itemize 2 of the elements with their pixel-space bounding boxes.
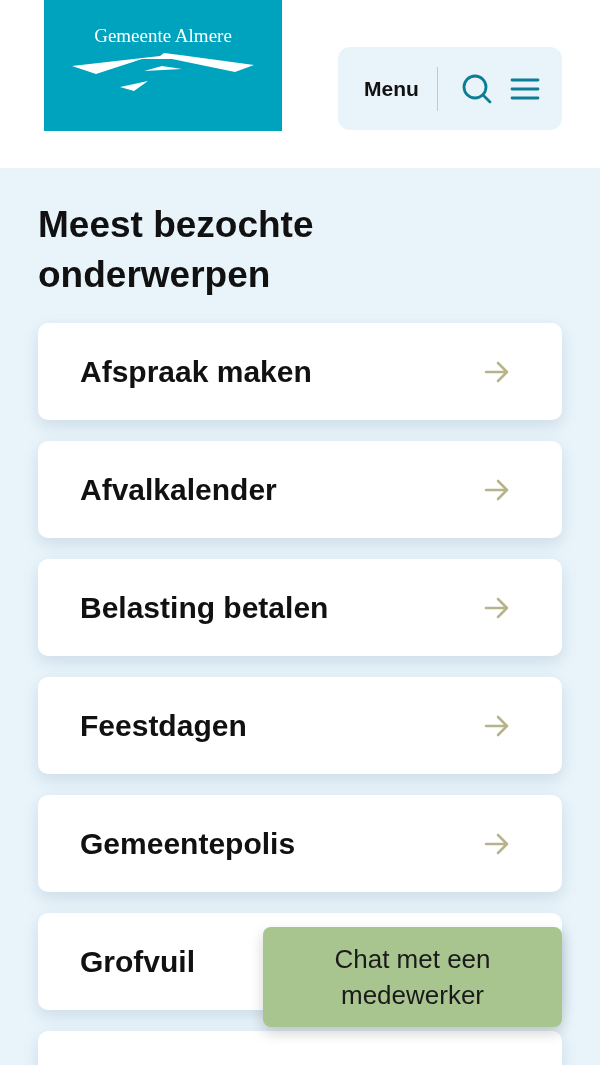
section-title: Meest bezochte onderwerpen — [38, 203, 315, 297]
logo-text: Gemeente Almere — [94, 26, 232, 45]
